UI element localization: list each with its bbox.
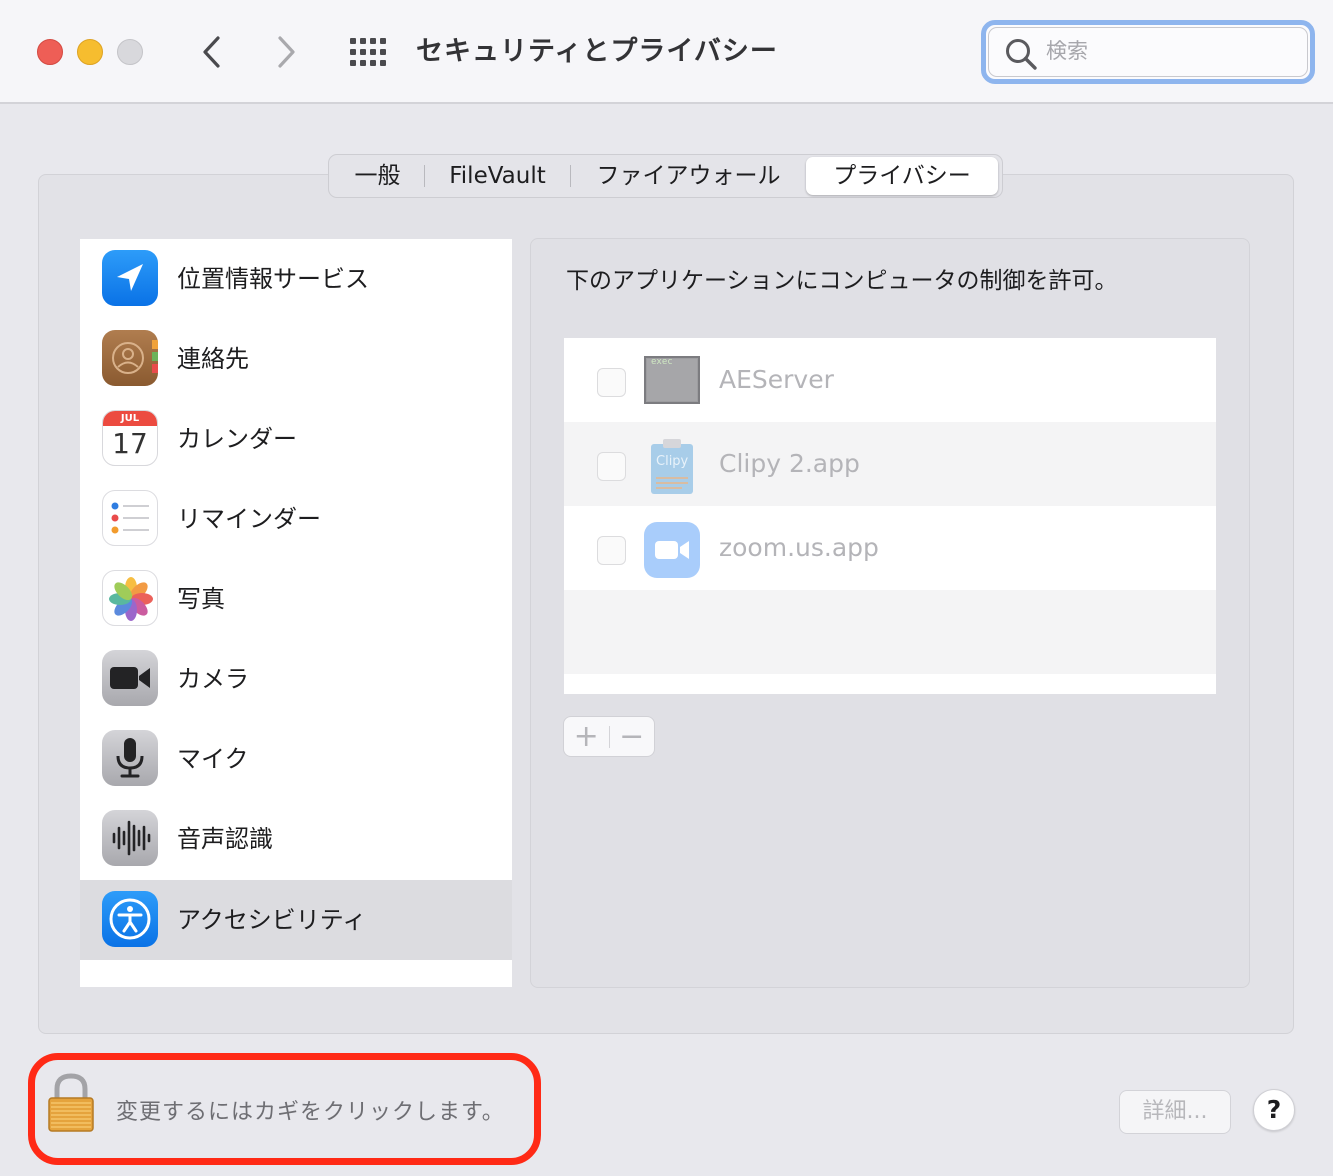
plus-icon: + xyxy=(573,718,599,754)
sidebar-item-accessibility[interactable]: アクセシビリティ xyxy=(80,880,512,960)
terminal-exec-icon: exec xyxy=(644,354,700,410)
search-field[interactable] xyxy=(981,20,1315,84)
search-icon xyxy=(1006,39,1037,70)
lock-instruction-text: 変更するにはカギをクリックします。 xyxy=(116,1100,505,1125)
privacy-category-list[interactable]: 位置情報サービス 連絡先 JUL 17 カレンダー リマインダー 写真 カメラ … xyxy=(80,239,512,987)
app-name: Clipy 2.app xyxy=(719,449,860,478)
sidebar-item-label: カレンダー xyxy=(177,425,297,453)
sidebar-item-microphone[interactable]: マイク xyxy=(80,719,512,799)
calendar-month: JUL xyxy=(103,411,157,426)
forward-button[interactable] xyxy=(266,32,306,72)
exec-icon-text: exec xyxy=(651,357,673,367)
clipy-icon-text: Clipy xyxy=(656,454,689,469)
app-checkbox[interactable] xyxy=(597,536,626,565)
sidebar-item-label: アクセシビリティ xyxy=(177,906,367,934)
speech-recognition-icon xyxy=(102,810,158,866)
lock-button[interactable] xyxy=(46,1072,96,1134)
contacts-icon xyxy=(102,330,158,386)
empty-row xyxy=(564,590,1216,674)
clipy-icon: Clipy xyxy=(644,438,700,494)
app-row-clipy[interactable]: Clipy Clipy 2.app xyxy=(564,422,1216,506)
sidebar-item-photos[interactable]: 写真 xyxy=(80,559,512,639)
help-button[interactable]: ? xyxy=(1253,1089,1295,1131)
sidebar-item-label: リマインダー xyxy=(177,505,321,533)
reminders-icon xyxy=(102,490,158,546)
calendar-icon: JUL 17 xyxy=(102,410,158,466)
title-bar: セキュリティとプライバシー xyxy=(0,0,1333,104)
sidebar-item-contacts[interactable]: 連絡先 xyxy=(80,319,512,399)
advanced-button[interactable]: 詳細... xyxy=(1119,1090,1231,1134)
camera-icon xyxy=(102,650,158,706)
zoom-window-button[interactable] xyxy=(117,39,143,65)
chevron-right-icon xyxy=(278,36,295,68)
remove-app-button[interactable]: − xyxy=(609,717,654,756)
sidebar-item-calendar[interactable]: JUL 17 カレンダー xyxy=(80,399,512,479)
app-name: AEServer xyxy=(719,365,834,394)
zoom-icon xyxy=(644,522,700,578)
sidebar-item-label: 音声認識 xyxy=(177,825,273,853)
search-input[interactable] xyxy=(1046,35,1286,67)
grid-icon xyxy=(350,38,386,66)
app-checkbox[interactable] xyxy=(597,368,626,397)
tab-privacy[interactable]: プライバシー xyxy=(806,157,998,195)
minus-icon: − xyxy=(619,718,645,754)
app-list[interactable]: exec AEServer Clipy Clipy 2.app zoom.us.… xyxy=(564,338,1216,694)
calendar-day: 17 xyxy=(112,427,148,460)
add-remove-control: + − xyxy=(563,716,655,757)
tab-firewall[interactable]: ファイアウォール xyxy=(571,157,806,195)
sidebar-item-speech-recognition[interactable]: 音声認識 xyxy=(80,799,512,879)
app-checkbox[interactable] xyxy=(597,452,626,481)
sidebar-item-camera[interactable]: カメラ xyxy=(80,639,512,719)
back-button[interactable] xyxy=(192,32,232,72)
add-app-button[interactable]: + xyxy=(564,717,609,756)
window-title: セキュリティとプライバシー xyxy=(416,36,778,67)
photos-icon xyxy=(102,570,158,626)
microphone-icon xyxy=(102,730,158,786)
minimize-window-button[interactable] xyxy=(77,39,103,65)
show-all-button[interactable] xyxy=(348,36,388,68)
tab-filevault[interactable]: FileVault xyxy=(425,157,570,195)
padlock-icon xyxy=(48,1073,94,1132)
sidebar-item-label: カメラ xyxy=(177,665,249,693)
sidebar-item-label: 連絡先 xyxy=(177,345,249,373)
sidebar-item-label: 位置情報サービス xyxy=(177,265,369,293)
sidebar-item-reminders[interactable]: リマインダー xyxy=(80,479,512,559)
close-window-button[interactable] xyxy=(37,39,63,65)
tab-bar: 一般 FileVault ファイアウォール プライバシー xyxy=(328,154,1003,198)
sidebar-item-location-services[interactable]: 位置情報サービス xyxy=(80,239,512,319)
chevron-left-icon xyxy=(203,36,220,68)
app-name: zoom.us.app xyxy=(719,533,879,562)
tab-general[interactable]: 一般 xyxy=(331,157,424,195)
panel-description: 下のアプリケーションにコンピュータの制御を許可。 xyxy=(566,268,1118,294)
app-row-aeserver[interactable]: exec AEServer xyxy=(564,338,1216,422)
app-row-zoom[interactable]: zoom.us.app xyxy=(564,506,1216,590)
sidebar-item-label: マイク xyxy=(177,745,249,773)
accessibility-icon xyxy=(102,891,158,947)
sidebar-item-label: 写真 xyxy=(177,585,225,613)
location-arrow-icon xyxy=(102,250,158,306)
